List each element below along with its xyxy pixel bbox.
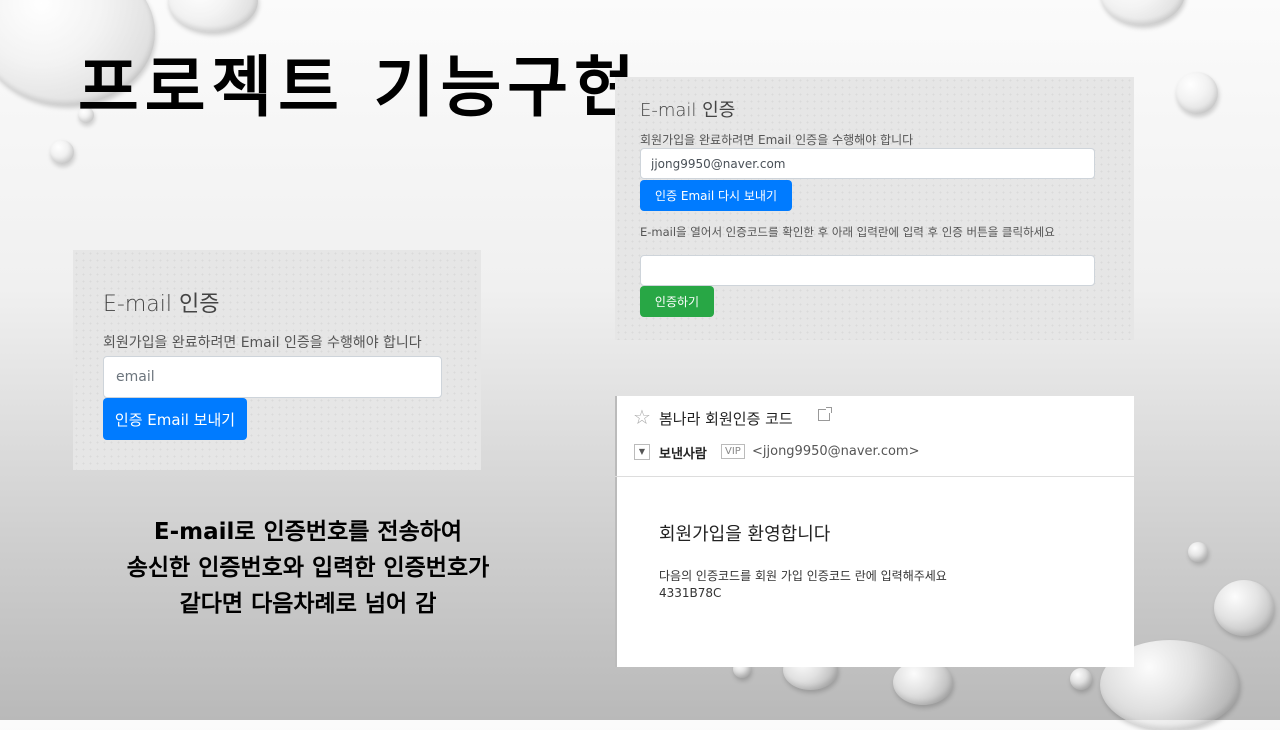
caption-line: E-mail로 인증번호를 전송하여: [153, 519, 463, 545]
slide-caption: E-mail로 인증번호를 전송하여 송신한 인증번호와 입력한 인증번호가 같…: [73, 514, 543, 622]
panel-title: E-mail 인증: [103, 292, 220, 317]
caption-line: 같다면 다음차례로 넘어 감: [179, 591, 437, 617]
panel-description: 회원가입을 완료하려면 Email 인증을 수행해야 합니다: [640, 133, 914, 147]
slide-title: 프로젝트 기능구현: [78, 49, 641, 126]
email-input[interactable]: [103, 356, 442, 398]
email-subject: 봄나라 회원인증 코드: [659, 410, 793, 428]
email-auth-panel-initial: E-mail 인증 회원가입을 완료하려면 Email 인증을 수행해야 합니다…: [73, 250, 481, 470]
panel-description: 회원가입을 완료하려면 Email 인증을 수행해야 합니다: [103, 335, 422, 351]
email-input[interactable]: [640, 148, 1095, 179]
sender-label: 보낸사람: [659, 447, 707, 462]
email-left-border: [615, 396, 617, 667]
caption-line: 송신한 인증번호와 입력한 인증번호가: [126, 555, 490, 581]
verify-instruction: E-mail을 열어서 인증코드를 확인한 후 아래 입력란에 입력 후 인증 …: [640, 225, 1055, 239]
email-viewer: ☆ 봄나라 회원인증 코드 ▼ 보낸사람 VIP <jjong9950@nave…: [615, 396, 1134, 667]
panel-title: E-mail 인증: [640, 100, 736, 121]
email-welcome: 회원가입을 환영합니다: [659, 524, 831, 545]
email-auth-panel-sent: E-mail 인증 회원가입을 완료하려면 Email 인증을 수행해야 합니다…: [615, 77, 1134, 340]
chevron-down-icon[interactable]: ▼: [634, 444, 650, 460]
water-drop: [1100, 0, 1185, 25]
water-drop: [1214, 580, 1274, 636]
water-drop: [1176, 72, 1218, 114]
water-drop: [1070, 668, 1092, 690]
vip-badge: VIP: [721, 444, 745, 459]
water-drop: [50, 140, 74, 164]
water-drop: [1188, 542, 1208, 562]
send-email-button[interactable]: 인증 Email 보내기: [103, 398, 247, 440]
email-header-divider: [615, 476, 1134, 477]
water-drop: [168, 0, 258, 32]
star-icon[interactable]: ☆: [633, 405, 651, 429]
verification-code: 4331B78C: [659, 586, 722, 600]
resend-email-button[interactable]: 인증 Email 다시 보내기: [640, 180, 792, 211]
email-body-text: 다음의 인증코드를 회원 가입 인증코드 란에 입력해주세요: [659, 569, 947, 583]
verify-button[interactable]: 인증하기: [640, 286, 714, 317]
popout-icon[interactable]: [818, 407, 832, 421]
sender-address[interactable]: <jjong9950@naver.com>: [752, 444, 919, 459]
verification-code-input[interactable]: [640, 255, 1095, 286]
